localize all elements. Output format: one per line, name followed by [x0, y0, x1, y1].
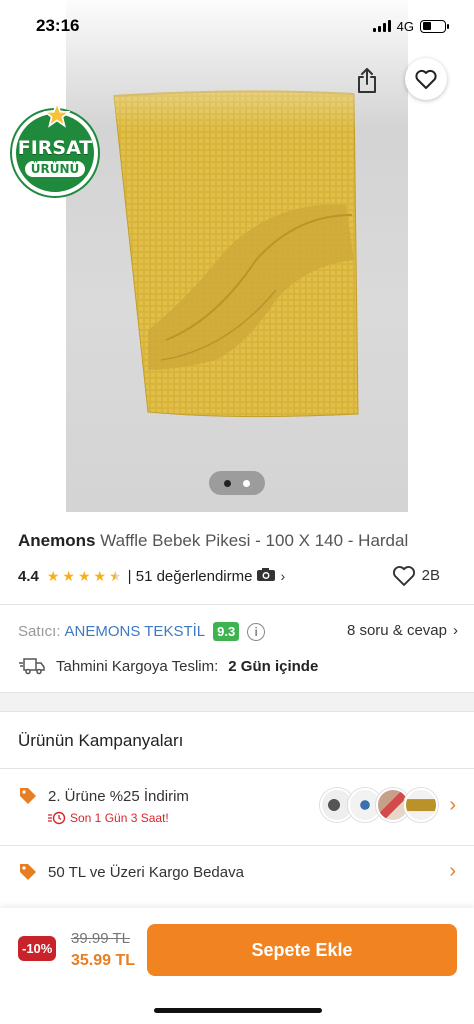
chevron-right-icon: › — [280, 568, 286, 584]
network-label: 4G — [396, 18, 414, 34]
tag-icon — [20, 864, 36, 880]
star-icon — [44, 102, 70, 128]
gallery-pagination[interactable] — [209, 471, 265, 495]
chevron-right-icon: › — [449, 794, 456, 816]
star-half-icon: ★ — [109, 567, 122, 584]
rating-row[interactable]: 4.4 ★ ★ ★ ★ ★ | 51 değerlendirme › 2B — [18, 565, 458, 587]
rating-stars: ★ ★ ★ ★ ★ — [47, 568, 122, 585]
purchase-bar: -10% 39.99 TL 35.99 TL Sepete Ekle — [0, 908, 474, 1024]
star-icon: ★ — [77, 567, 91, 584]
product-title: Anemons Waffle Bebek Pikesi - 100 X 140 … — [18, 531, 408, 551]
back-button[interactable] — [30, 64, 68, 98]
camera-icon — [256, 567, 276, 586]
seller-score: 9.3 — [213, 622, 240, 641]
info-icon[interactable]: i — [247, 622, 266, 641]
gallery-dot-2[interactable] — [243, 479, 250, 487]
status-indicators: 4G — [372, 18, 449, 34]
current-price: 35.99 TL — [71, 952, 136, 969]
qa-link[interactable]: 8 soru & cevap › — [347, 622, 458, 639]
delivery-label: Tahmini Kargoya Teslim: — [56, 657, 219, 675]
old-price: 39.99 TL — [71, 930, 130, 947]
campaign-1-timer-text: Son 1 Gün 3 Saat! — [70, 811, 169, 825]
campaigns-title: Ürünün Kampanyaları — [18, 731, 184, 750]
status-time: 23:16 — [36, 16, 80, 35]
star-icon: ★ — [62, 567, 75, 584]
share-button[interactable] — [350, 64, 384, 98]
seller-row[interactable]: Satıcı: ANEMONS TEKSTİL 9.3 i 8 soru & c… — [18, 622, 458, 641]
truck-icon — [19, 658, 45, 675]
deal-badge: FIRSAT ÜRÜNÜ — [12, 102, 98, 196]
seller-name[interactable]: ANEMONS TEKSTİL — [65, 623, 206, 640]
rating-score: 4.4 — [18, 567, 39, 585]
add-to-cart-button[interactable]: Sepete Ekle — [147, 924, 457, 976]
divider — [0, 711, 474, 712]
thumbnail[interactable] — [404, 788, 438, 822]
campaign-2-label: 50 TL ve Üzeri Kargo Bedava — [48, 864, 244, 881]
chevron-right-icon: › — [453, 622, 458, 639]
qa-label: 8 soru & cevap — [346, 622, 447, 639]
signal-icon — [372, 20, 391, 32]
heart-icon — [415, 69, 437, 89]
divider — [0, 692, 474, 693]
star-icon: ★ — [93, 567, 107, 584]
heart-outline-icon — [392, 566, 415, 586]
seller-label: Satıcı: — [18, 623, 61, 640]
discount-badge: -10% — [18, 936, 57, 961]
divider — [0, 604, 474, 605]
battery-icon — [420, 19, 449, 33]
badge-line-1: FIRSAT — [17, 137, 93, 159]
campaign-1-timer: Son 1 Gün 3 Saat! — [48, 811, 169, 825]
tag-icon — [20, 788, 36, 804]
share-icon — [358, 68, 376, 93]
review-count[interactable]: | 51 değerlendirme — [128, 568, 253, 585]
status-bar: 23:16 4G — [0, 0, 474, 52]
timer-icon — [48, 811, 66, 825]
divider — [0, 768, 474, 769]
home-indicator[interactable] — [154, 1008, 322, 1013]
product-image-gallery[interactable] — [0, 0, 474, 515]
section-gap — [0, 692, 474, 711]
campaign-product-thumbnails[interactable] — [320, 788, 438, 822]
gallery-dot-1[interactable] — [224, 479, 231, 487]
divider — [0, 845, 474, 846]
product-name: Waffle Bebek Pikesi - 100 X 140 - Hardal — [100, 531, 409, 550]
campaign-1-label: 2. Ürüne %25 İndirim — [48, 788, 189, 805]
delivery-row: Tahmini Kargoya Teslim: 2 Gün içinde — [18, 657, 318, 675]
badge-line-2: ÜRÜNÜ — [24, 161, 86, 177]
likes[interactable]: 2B — [392, 565, 440, 586]
favorite-button[interactable] — [405, 58, 447, 100]
chevron-right-icon: › — [449, 860, 456, 882]
delivery-value: 2 Gün içinde — [228, 657, 319, 675]
star-icon: ★ — [46, 567, 60, 584]
arrow-left-icon — [36, 70, 62, 92]
likes-count: 2B — [421, 567, 440, 584]
product-brand[interactable]: Anemons — [18, 531, 95, 550]
